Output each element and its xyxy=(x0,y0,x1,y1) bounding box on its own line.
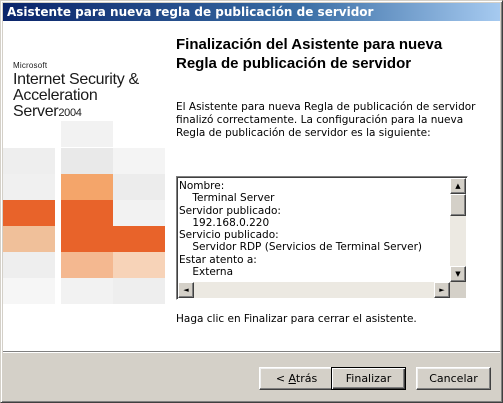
wizard-content: Microsoft Internet Security & Accelerati… xyxy=(3,21,500,351)
summary-box[interactable]: Nombre: Terminal Server Servidor publicad… xyxy=(176,176,468,300)
summary-text: Nombre: Terminal Server Servidor publicad… xyxy=(179,180,441,278)
summary-line: Terminal Server xyxy=(179,192,275,205)
logo-company: Microsoft xyxy=(13,61,48,70)
summary-line: 192.168.0.220 xyxy=(179,216,270,229)
logo-line1: Internet Security & xyxy=(13,71,139,88)
wizard-main: Finalización del Asistente para nueva Re… xyxy=(166,21,500,351)
back-button[interactable]: < Atrás xyxy=(259,367,334,390)
back-button-prefix: < xyxy=(275,372,289,385)
wizard-window: Asistente para nueva regla de publicació… xyxy=(0,0,503,403)
product-logo: Microsoft Internet Security & Accelerati… xyxy=(13,61,166,121)
back-button-label: trás xyxy=(295,372,318,385)
title-bar[interactable]: Asistente para nueva regla de publicació… xyxy=(3,3,500,21)
scrollbar-corner xyxy=(450,282,466,298)
finish-hint: Haga clic en Finalizar para cerrar el as… xyxy=(176,313,417,325)
summary-line: Servidor RDP (Servicios de Terminal Serv… xyxy=(179,241,423,254)
scroll-left-icon[interactable]: ◄ xyxy=(178,282,194,298)
summary-line: Externa xyxy=(179,266,233,279)
page-title: Finalización del Asistente para nueva Re… xyxy=(176,36,443,72)
button-separator xyxy=(3,351,500,353)
logo-product-name: Acceleration Server xyxy=(13,87,98,120)
logo-line2: Acceleration Server2004 xyxy=(13,88,166,121)
scroll-up-icon[interactable]: ▲ xyxy=(450,178,466,194)
back-button-accel: A xyxy=(288,372,296,385)
scroll-right-icon[interactable]: ► xyxy=(434,282,450,298)
scroll-down-icon[interactable]: ▼ xyxy=(450,266,466,282)
horizontal-scrollbar[interactable]: ◄ ► xyxy=(178,282,450,298)
vertical-scrollbar[interactable]: ▲ ▼ xyxy=(450,178,466,282)
finish-button[interactable]: Finalizar xyxy=(331,367,406,390)
brand-panel: Microsoft Internet Security & Accelerati… xyxy=(3,21,166,351)
summary-line: Servicio publicado: xyxy=(179,229,279,242)
summary-line: Estar atento a: xyxy=(179,253,257,266)
vertical-scroll-thumb[interactable] xyxy=(450,194,466,216)
logo-year: 2004 xyxy=(58,107,82,119)
summary-line: Nombre: xyxy=(179,180,225,192)
intro-text: El Asistente para nueva Regla de publica… xyxy=(176,101,476,139)
window-title: Asistente para nueva regla de publicació… xyxy=(7,5,374,19)
cancel-button[interactable]: Cancelar xyxy=(416,367,491,390)
summary-line: Servidor publicado: xyxy=(179,204,281,217)
